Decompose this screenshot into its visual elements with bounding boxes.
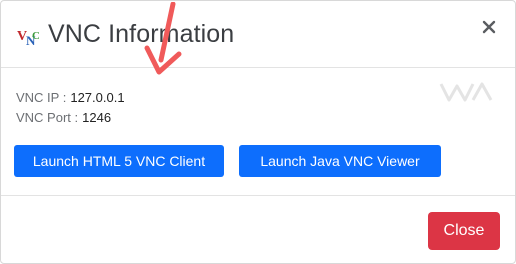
red-arrow-icon [144,2,182,75]
launch-html5-vnc-button[interactable]: Launch HTML 5 VNC Client [14,145,224,177]
close-icon[interactable] [481,19,497,35]
vnc-ip-label: VNC IP : [16,90,67,105]
svg-text:C: C [32,30,39,42]
close-button[interactable]: Close [428,212,500,250]
modal-footer: Close [1,196,515,263]
vnc-port-line: VNC Port :1246 [16,110,111,125]
launch-java-vnc-button[interactable]: Launch Java VNC Viewer [239,145,441,177]
vnc-ip-line: VNC IP :127.0.0.1 [16,90,125,105]
vnc-port-label: VNC Port : [16,110,79,125]
vnc-port-value: 1246 [82,110,112,125]
wa-logo-icon [439,82,493,102]
modal-header: V N C VNC Information [1,1,515,68]
modal-body: VNC IP :127.0.0.1 VNC Port :1246 Launch … [1,2,515,196]
vnc-logo-icon: V N C [17,29,39,47]
vnc-info-modal: V N C VNC Information VNC IP :127.0.0.1 … [0,0,516,264]
vnc-ip-value: 127.0.0.1 [70,90,125,105]
